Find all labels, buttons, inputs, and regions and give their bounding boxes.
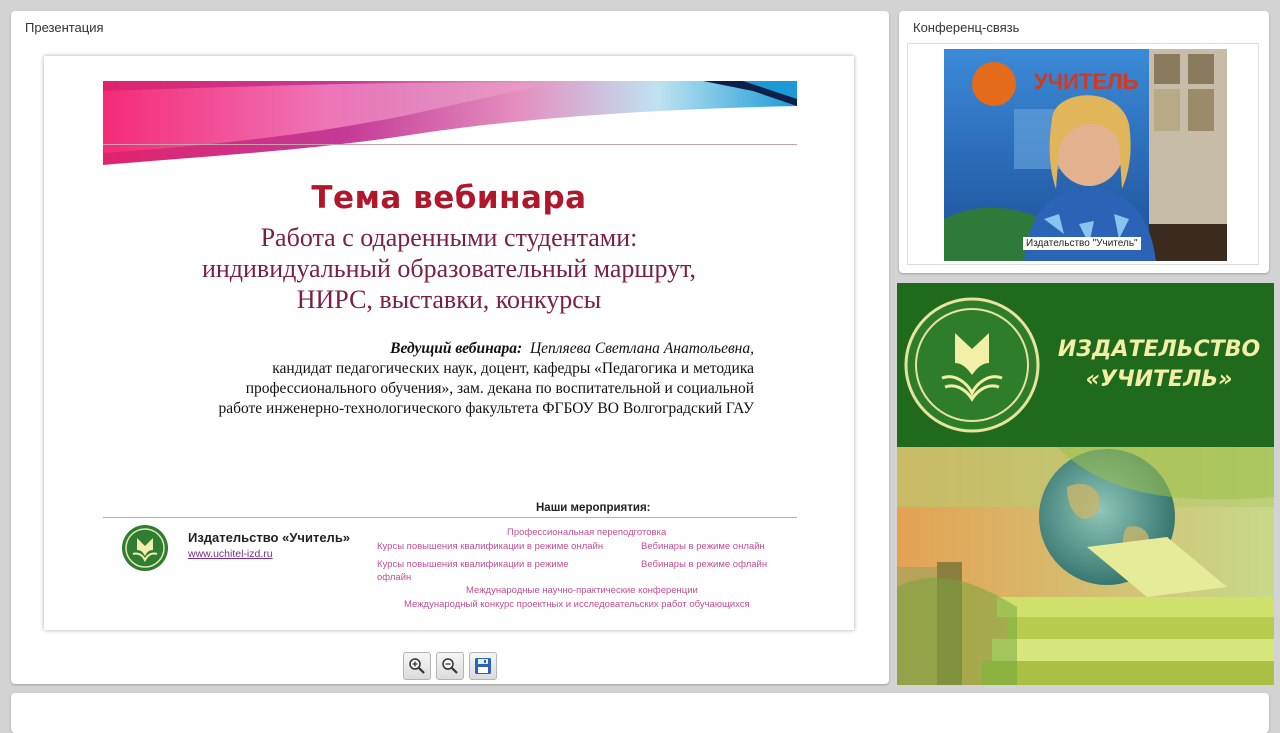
topic-line: НИРС, выставки, конкурсы	[296, 285, 602, 314]
event-item: Курсы повышения квалификации в режиме он…	[377, 541, 604, 552]
presenter-line: профессионального обучения», зам. декана…	[245, 380, 754, 397]
conference-panel: Конференц-связь УЧИТЕЛЬ Издательство "Уч…	[899, 11, 1269, 273]
presenter-line: кандидат педагогических наук, доцент, ка…	[272, 360, 754, 377]
event-item: Курсы повышения квалификации в режиме	[377, 559, 569, 570]
slide-publisher-url[interactable]: www.uchitel-izd.ru	[188, 548, 273, 560]
presentation-panel-title: Презентация	[25, 20, 104, 35]
presenter-name: Цепляева Светлана Анатольевна,	[529, 340, 754, 357]
zoom-in-icon	[409, 658, 425, 674]
slide-heading: Тема вебинара	[311, 180, 587, 216]
presenter-line: работе инженерно-технологического факуль…	[218, 400, 754, 417]
zoom-out-icon	[442, 658, 458, 674]
books-globe-image	[897, 447, 1274, 685]
presentation-panel: Презентация Тема вебинара Работа с одаре…	[11, 11, 889, 684]
save-icon	[475, 658, 491, 674]
slide-publisher-name: Издательство «Учитель»	[188, 530, 351, 545]
slide-top-divider	[103, 144, 797, 145]
event-item: Международный конкурс проектных и исслед…	[404, 599, 750, 610]
event-item: Международные научно-практические конфер…	[466, 585, 698, 596]
publisher-banner-line: «УЧИТЕЛЬ»	[1085, 367, 1233, 392]
presenter-label: Ведущий вебинара	[390, 340, 518, 357]
event-item: офлайн	[377, 572, 412, 583]
publisher-logo-icon	[122, 525, 168, 571]
conference-panel-title: Конференц-связь	[913, 20, 1020, 35]
event-item: Вебинары в режиме офлайн	[641, 559, 768, 570]
topic-line: индивидуальный образовательный маршрут,	[201, 254, 697, 283]
presentation-slide: Тема вебинара Работа с одаренными студен…	[44, 56, 854, 630]
event-item: Профессиональная переподготовка	[507, 527, 667, 538]
topic-line: Работа с одаренными студентами:	[260, 223, 638, 252]
slide-topic: Работа с одаренными студентами: индивиду…	[44, 222, 854, 315]
zoom-out-button[interactable]	[436, 652, 464, 680]
bottom-panel	[11, 693, 1269, 733]
publisher-banner-name: ИЗДАТЕЛЬСТВО «УЧИТЕЛЬ»	[1049, 335, 1269, 395]
events-title: Наши мероприятия:	[536, 502, 651, 514]
publisher-banner-line: ИЗДАТЕЛЬСТВО	[1057, 337, 1261, 362]
presenter-video-image: УЧИТЕЛЬ	[944, 49, 1227, 261]
video-label: Издательство "Учитель"	[1023, 237, 1141, 250]
event-item: Вебинары в режиме онлайн	[641, 541, 765, 552]
video-feed[interactable]: УЧИТЕЛЬ Издательство "Учитель"	[944, 49, 1227, 261]
books-globe-illustration	[897, 447, 1274, 685]
slide-bottom-divider	[103, 517, 797, 518]
publisher-emblem-icon	[904, 297, 1040, 433]
publisher-banner[interactable]: ИЗДАТЕЛЬСТВО «УЧИТЕЛЬ»	[897, 283, 1274, 447]
save-button[interactable]	[469, 652, 497, 680]
zoom-in-button[interactable]	[403, 652, 431, 680]
slide-presenter-info: Ведущий вебинара: Цепляева Светлана Анат…	[104, 339, 754, 419]
svg-text:УЧИТЕЛЬ: УЧИТЕЛЬ	[1034, 69, 1139, 94]
slide-decorative-banner	[103, 81, 797, 165]
